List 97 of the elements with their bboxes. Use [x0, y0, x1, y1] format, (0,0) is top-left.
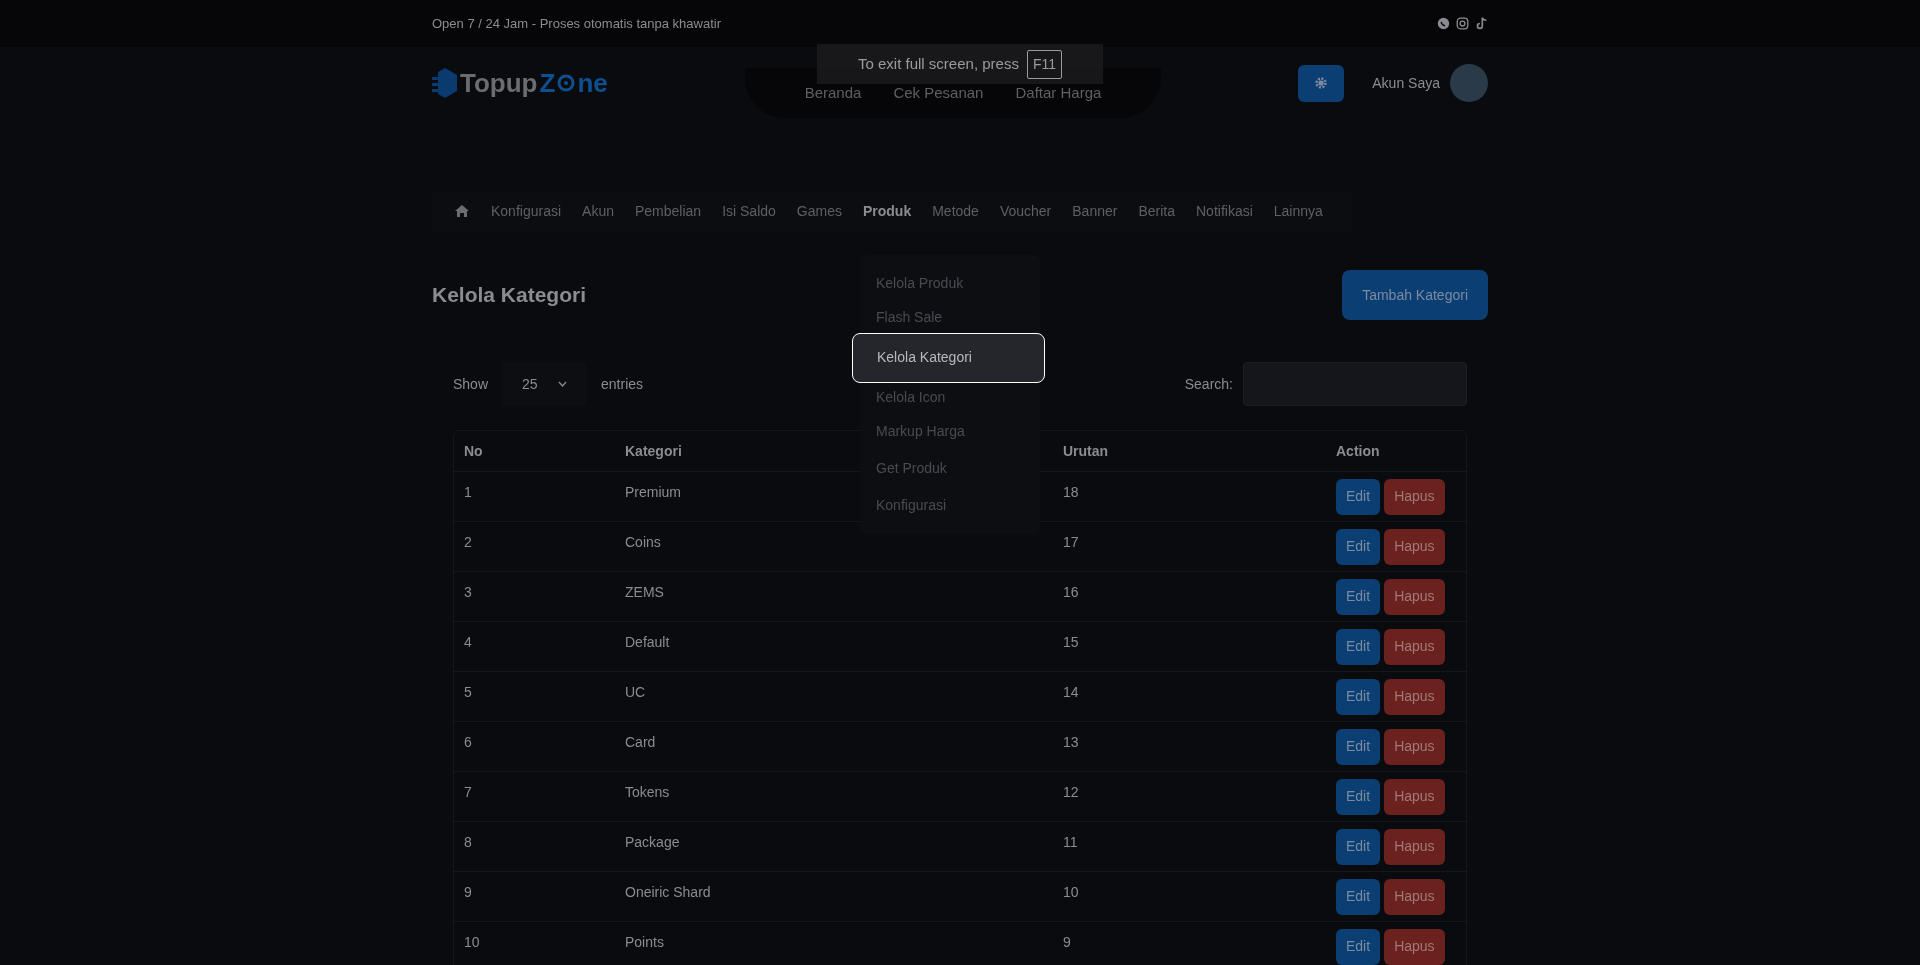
- dropdown-item[interactable]: Kelola Produk: [866, 265, 1034, 302]
- edit-button[interactable]: Edit: [1336, 578, 1381, 615]
- logo-icon: [432, 66, 458, 100]
- table-cell: UC: [625, 684, 646, 700]
- menu-tab[interactable]: Produk: [862, 200, 912, 222]
- edit-button[interactable]: Edit: [1336, 528, 1381, 565]
- menu-tab[interactable]: Banner: [1072, 200, 1118, 222]
- settings-button[interactable]: [1298, 64, 1345, 102]
- column-header: Urutan: [1063, 442, 1109, 459]
- settings-icon: [1314, 76, 1329, 90]
- table-cell: Coins: [625, 534, 661, 550]
- table-cell: 17: [1063, 534, 1079, 550]
- tagline: Open 7 / 24 Jam - Proses otomatis tanpa khawatir: [432, 14, 722, 33]
- menu-tab[interactable]: Konfigurasi: [491, 200, 562, 222]
- dropdown-item[interactable]: Konfigurasi: [866, 487, 1034, 524]
- table-cell: 3: [464, 584, 472, 600]
- delete-button[interactable]: Hapus: [1384, 528, 1445, 565]
- dropdown-item[interactable]: Get Produk: [866, 450, 1034, 487]
- menu-tab[interactable]: Games: [796, 200, 842, 222]
- table-cell: 9: [1063, 934, 1071, 950]
- edit-button[interactable]: Edit: [1336, 628, 1381, 665]
- home-icon[interactable]: [454, 204, 470, 218]
- edit-button[interactable]: Edit: [1336, 828, 1381, 865]
- table-cell: 7: [464, 784, 472, 800]
- show-label: Show: [453, 374, 489, 394]
- delete-button[interactable]: Hapus: [1384, 628, 1445, 665]
- menu-tab[interactable]: Akun: [582, 200, 614, 222]
- delete-button[interactable]: Hapus: [1384, 678, 1445, 715]
- table-cell: Points: [625, 934, 664, 950]
- table-cell: Tokens: [625, 784, 670, 800]
- delete-button[interactable]: Hapus: [1384, 878, 1445, 915]
- nav-link[interactable]: Daftar Harga: [1015, 81, 1102, 105]
- target-icon: [557, 74, 576, 92]
- table-cell: 13: [1063, 734, 1079, 750]
- menu-tab[interactable]: Lainnya: [1273, 200, 1323, 222]
- dropdown-item[interactable]: Markup Harga: [866, 413, 1034, 450]
- table-cell: ZEMS: [625, 584, 664, 600]
- table-cell: 1: [464, 484, 472, 500]
- logo-text: Topup: [460, 66, 538, 100]
- delete-button[interactable]: Hapus: [1384, 928, 1445, 965]
- table-cell: 10: [464, 934, 480, 950]
- add-category-button[interactable]: Tambah Kategori: [1342, 270, 1488, 320]
- chevron-down-icon: [558, 381, 568, 387]
- table-cell: 18: [1063, 484, 1079, 500]
- notice-text: To exit full screen, press: [858, 53, 1019, 74]
- edit-button[interactable]: Edit: [1336, 678, 1381, 715]
- table-cell: 4: [464, 634, 472, 650]
- chat-icon[interactable]: [1437, 17, 1450, 30]
- delete-button[interactable]: Hapus: [1384, 778, 1445, 815]
- table-cell: Premium: [625, 484, 681, 500]
- page-title: Kelola Kategori: [432, 282, 587, 309]
- table-cell: Card: [625, 734, 656, 750]
- edit-button[interactable]: Edit: [1336, 728, 1381, 765]
- table-cell: Oneiric Shard: [625, 884, 711, 900]
- table-cell: 14: [1063, 684, 1079, 700]
- edit-button[interactable]: Edit: [1336, 778, 1381, 815]
- table-cell: 2: [464, 534, 472, 550]
- table-cell: 5: [464, 684, 472, 700]
- entries-label: entries: [601, 374, 644, 394]
- camera-icon[interactable]: [1456, 17, 1469, 30]
- table-cell: 8: [464, 834, 472, 850]
- menu-tab[interactable]: Isi Saldo: [722, 200, 776, 222]
- edit-button[interactable]: Edit: [1336, 478, 1381, 515]
- menu-tab[interactable]: Pembelian: [634, 200, 702, 222]
- menu-tab[interactable]: Berita: [1138, 200, 1175, 222]
- dropdown-item[interactable]: Kelola Icon: [866, 382, 1034, 413]
- menu-tab[interactable]: Notifikasi: [1196, 200, 1253, 222]
- table-cell: 15: [1063, 634, 1079, 650]
- table-cell: 12: [1063, 784, 1079, 800]
- table-cell: Default: [625, 634, 670, 650]
- table-cell: 9: [464, 884, 472, 900]
- delete-button[interactable]: Hapus: [1384, 828, 1445, 865]
- key-label: F11: [1026, 49, 1062, 79]
- column-header: Action: [1336, 442, 1380, 459]
- delete-button[interactable]: Hapus: [1384, 578, 1445, 615]
- menu-tab[interactable]: Metode: [932, 200, 979, 222]
- delete-button[interactable]: Hapus: [1384, 728, 1445, 765]
- logo[interactable]: TopupZ ne: [432, 63, 608, 103]
- menu-tab[interactable]: Voucher: [999, 200, 1052, 222]
- column-header: No: [464, 442, 483, 459]
- edit-button[interactable]: Edit: [1336, 878, 1381, 915]
- music-note-icon[interactable]: [1475, 17, 1488, 30]
- table-cell: 11: [1063, 834, 1078, 850]
- edit-button[interactable]: Edit: [1336, 928, 1381, 965]
- table-cell: 10: [1063, 884, 1079, 900]
- nav-link[interactable]: Cek Pesanan: [893, 81, 984, 105]
- table-cell: 16: [1063, 584, 1079, 600]
- table-cell: Package: [625, 834, 680, 850]
- table-cell: 6: [464, 734, 472, 750]
- entries-select[interactable]: 25: [502, 362, 588, 406]
- dropdown-item[interactable]: Kelola Kategori: [852, 332, 1045, 383]
- column-header: Kategori: [625, 442, 682, 459]
- dropdown-item[interactable]: Flash Sale: [866, 302, 1034, 333]
- search-label: Search:: [1184, 374, 1233, 394]
- account-link[interactable]: Akun Saya: [1372, 72, 1440, 94]
- nav-link[interactable]: Beranda: [804, 81, 862, 105]
- delete-button[interactable]: Hapus: [1384, 478, 1445, 515]
